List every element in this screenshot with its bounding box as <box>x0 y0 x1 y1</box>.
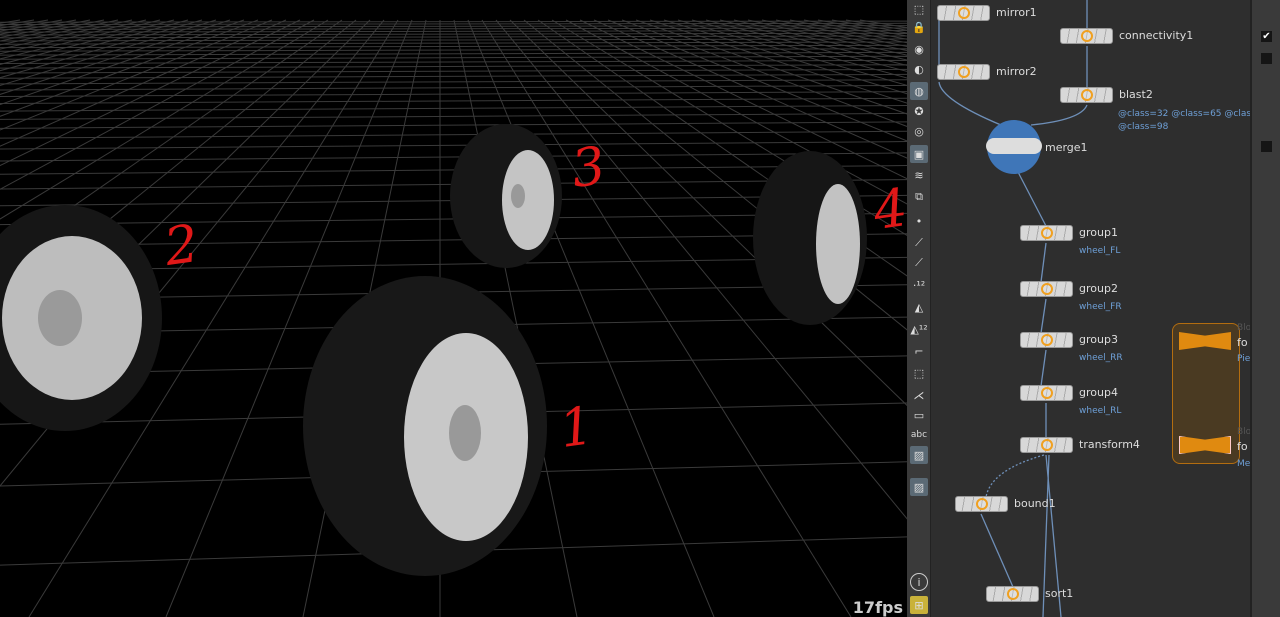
layout-grid-icon[interactable]: ⊞ <box>910 596 928 614</box>
viewport-toolbar: ⬚ 🔒 ◉ ◐ ◍ ✪ ◎ ▣ ≋ ⧉ • ⟋ ⟋ ·¹² ◭ ◭¹² ⌐ ⬚ ⋌ ▭ abc ▨ ▨ i ⊞ <box>907 0 931 617</box>
parameter-strip: ✔ <box>1250 0 1280 617</box>
bound1-label: bound1 <box>1014 497 1056 510</box>
corner-icon[interactable]: ⌐ <box>910 342 928 360</box>
image-icon[interactable]: ▨ <box>910 446 928 464</box>
block-end-node[interactable] <box>1179 436 1231 454</box>
select-icon[interactable]: ⬚ <box>910 0 928 18</box>
group1-sublabel: wheel_FL <box>1079 246 1121 256</box>
fps-readout: 17fps <box>852 598 903 617</box>
block-end-label: fo <box>1237 440 1248 453</box>
group2-label: group2 <box>1079 282 1118 295</box>
lock-icon[interactable]: 🔒 <box>910 18 928 36</box>
display-icon[interactable]: ◉ <box>910 40 928 58</box>
camera-view-icon[interactable]: ◎ <box>910 122 928 140</box>
primitive-icon[interactable]: ◭ <box>910 298 928 316</box>
node-icon <box>1041 334 1053 346</box>
sort1-label: sort1 <box>1045 587 1074 600</box>
vector-icon[interactable]: ⟋ <box>910 254 928 272</box>
shading-icon[interactable]: ◐ <box>910 60 928 78</box>
foreach-block[interactable] <box>1172 323 1240 464</box>
group1-label: group1 <box>1079 226 1118 239</box>
node-icon <box>976 498 988 510</box>
wheels <box>0 124 867 576</box>
merge1-label: merge1 <box>1045 141 1088 154</box>
checkbox[interactable] <box>1261 141 1272 152</box>
group1-node[interactable] <box>1020 225 1073 241</box>
mirror1-node[interactable] <box>937 5 990 21</box>
node-icon <box>958 66 970 78</box>
checkbox-checked[interactable]: ✔ <box>1261 31 1272 42</box>
bounding-box-icon[interactable]: ⬚ <box>910 364 928 382</box>
wheel-1 <box>303 276 547 576</box>
wheel-3 <box>450 124 562 268</box>
transform4-label: transform4 <box>1079 438 1140 451</box>
block-end-faint-label: Blo <box>1237 427 1250 437</box>
transform4-node[interactable] <box>1020 437 1073 453</box>
3d-viewport[interactable]: 1 2 3 4 17fps <box>0 0 907 617</box>
transform-handle-icon[interactable]: ⋌ <box>910 386 928 404</box>
group4-sublabel: wheel_RL <box>1079 406 1122 416</box>
node-icon <box>1041 227 1053 239</box>
block-begin-faint-label: Blo <box>1237 323 1250 333</box>
network-editor[interactable]: mirror1 mirror2 connectivity1 blast2 group1 w… <box>931 0 1250 617</box>
block-end-sub: Me <box>1237 459 1250 469</box>
wheel-2 <box>0 205 162 431</box>
merge1-node[interactable] <box>986 120 1042 174</box>
wheel-4 <box>753 151 867 325</box>
sort1-node[interactable] <box>986 586 1039 602</box>
node-icon <box>1041 283 1053 295</box>
group2-sublabel: wheel_FR <box>1079 302 1122 312</box>
node-icon <box>1007 588 1019 600</box>
info-icon[interactable]: i <box>910 573 928 591</box>
point-number-icon[interactable]: ·¹² <box>910 276 928 294</box>
group4-label: group4 <box>1079 386 1118 399</box>
blast2-node[interactable] <box>1060 87 1113 103</box>
group3-sublabel: wheel_RR <box>1079 353 1123 363</box>
text-display-button[interactable]: abc <box>910 426 928 444</box>
point-icon[interactable]: • <box>910 212 928 230</box>
background-icon[interactable]: ▭ <box>910 406 928 424</box>
group3-label: group3 <box>1079 333 1118 346</box>
node-icon <box>1041 439 1053 451</box>
camera-icon[interactable]: ✪ <box>910 102 928 120</box>
group2-node[interactable] <box>1020 281 1073 297</box>
blast2-note: @class=32 @class=65 @class=1 <box>1118 109 1250 119</box>
block-begin-sub: Pie <box>1237 354 1250 364</box>
primitive-number-icon[interactable]: ◭¹² <box>910 320 928 338</box>
group3-node[interactable] <box>1020 332 1073 348</box>
block-begin-label: fo <box>1237 336 1248 349</box>
light-icon[interactable]: ◍ <box>910 82 928 100</box>
pin-icon[interactable]: ▨ <box>910 478 928 496</box>
node-icon <box>1041 387 1053 399</box>
block-begin-node[interactable] <box>1179 332 1231 350</box>
mirror1-label: mirror1 <box>996 6 1037 19</box>
ghost-icon[interactable]: ≋ <box>910 166 928 184</box>
connectivity1-label: connectivity1 <box>1119 29 1194 42</box>
node-icon <box>1081 30 1093 42</box>
node-icon <box>958 7 970 19</box>
group4-node[interactable] <box>1020 385 1073 401</box>
snapshot-icon[interactable]: ▣ <box>910 145 928 163</box>
blast2-note-2: @class=98 <box>1118 122 1169 132</box>
node-icon <box>1081 89 1093 101</box>
connectivity1-node[interactable] <box>1060 28 1113 44</box>
mirror2-node[interactable] <box>937 64 990 80</box>
blast2-label: blast2 <box>1119 88 1153 101</box>
wire-icon[interactable]: ⧉ <box>910 188 928 206</box>
mirror2-label: mirror2 <box>996 65 1037 78</box>
checkbox[interactable] <box>1261 53 1272 64</box>
normal-icon[interactable]: ⟋ <box>910 234 928 252</box>
bound1-node[interactable] <box>955 496 1008 512</box>
